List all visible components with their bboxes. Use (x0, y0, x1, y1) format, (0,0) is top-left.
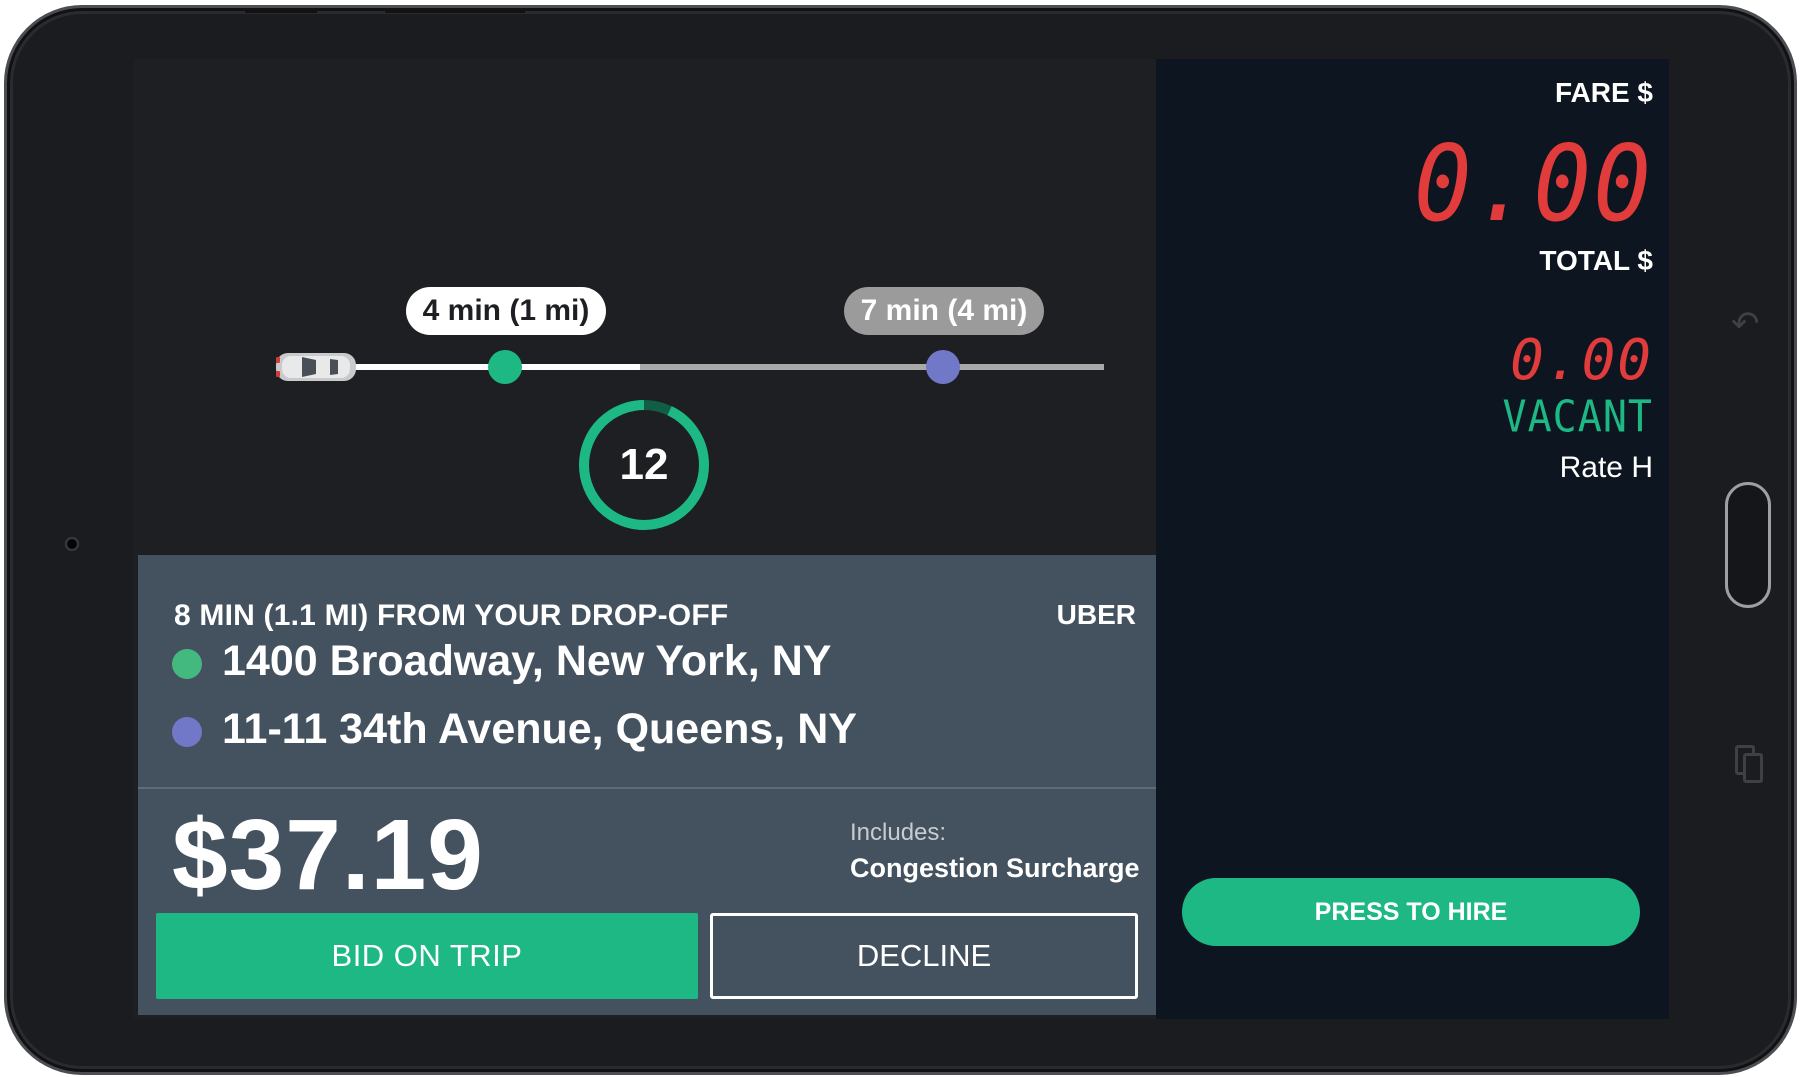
rate-label: Rate H (1559, 451, 1653, 484)
press-to-hire-button[interactable]: PRESS TO HIRE (1182, 878, 1640, 946)
recent-apps-icon[interactable] (1735, 745, 1765, 787)
fare-label: FARE $ (1554, 77, 1653, 108)
volume-button (385, 8, 525, 13)
trip-offer-pane: 4 min (1 mi) 7 min (4 mi) 12 8 MIN (1.1 … (134, 59, 1156, 1019)
dropoff-marker (926, 350, 960, 384)
countdown-value: 12 (619, 440, 669, 489)
car-icon (276, 353, 356, 381)
pickup-address: 1400 Broadway, New York, NY (222, 637, 832, 685)
pickup-marker (488, 350, 522, 384)
trip-card: 8 MIN (1.1 MI) FROM YOUR DROP-OFF UBER 1… (138, 555, 1156, 1015)
provider-label: UBER (1056, 599, 1136, 630)
trip-price: $37.19 (172, 799, 484, 911)
card-divider (138, 787, 1156, 789)
bid-on-trip-button[interactable]: BID ON TRIP (156, 913, 698, 999)
dropoff-dot-icon (172, 717, 202, 747)
taxi-meter-pane: FARE $ 0.00 TOTAL $ 0.00 VACANT Rate H (1156, 59, 1669, 1019)
total-label: TOTAL $ (1539, 245, 1653, 276)
pickup-eta-pill: 4 min (1 mi) (406, 287, 606, 335)
fare-value: 0.00 (1413, 122, 1653, 246)
pickup-dot-icon (172, 649, 202, 679)
decline-button[interactable]: DECLINE (710, 913, 1138, 999)
screen: 4 min (1 mi) 7 min (4 mi) 12 8 MIN (1.1 … (134, 59, 1669, 1019)
includes-label: Includes: (850, 819, 947, 846)
dropoff-address: 11-11 34th Avenue, Queens, NY (222, 705, 857, 753)
route-segment-to-dropoff (640, 364, 1104, 370)
total-value: 0.00 (1510, 328, 1653, 393)
route-progress-line (350, 364, 1104, 370)
meter-status: VACANT (1502, 391, 1653, 443)
dropoff-eta-pill: 7 min (4 mi) (844, 287, 1044, 335)
front-camera (65, 537, 79, 551)
distance-note: 8 MIN (1.1 MI) FROM YOUR DROP-OFF (174, 599, 729, 632)
home-button[interactable] (1725, 482, 1771, 608)
hardware-button (245, 8, 317, 13)
includes-item: Congestion Surcharge (850, 853, 1140, 883)
back-icon[interactable]: ↶ (1731, 304, 1760, 344)
